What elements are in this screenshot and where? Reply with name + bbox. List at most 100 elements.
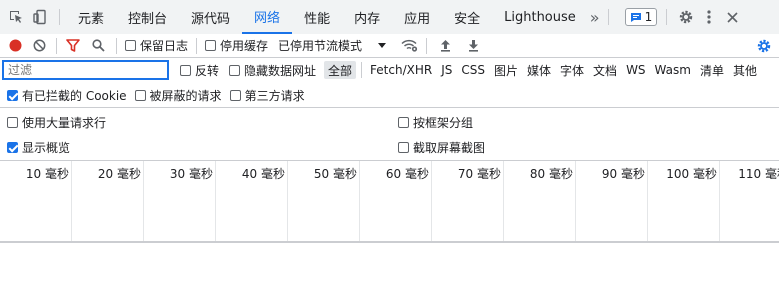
disable-cache-checkbox[interactable]: 停用缓存 [205,37,268,54]
issue-message-icon [630,12,641,22]
timeline-tick-label: 50 毫秒 [313,167,357,181]
timeline-tick-label: 30 毫秒 [169,167,213,181]
invert-label: 反转 [195,63,220,78]
show-overview-label: 显示概览 [22,141,71,155]
third-party-checkbox[interactable]: 第三方请求 [229,87,305,104]
network-toolbar: 保留日志 停用缓存 已停用节流模式 [0,34,779,58]
issues-badge[interactable]: 1 [624,8,658,26]
divider [426,37,428,54]
timeline-tick-label: 80 毫秒 [529,167,573,181]
show-overview-checkbox[interactable]: 显示概览 [7,139,70,156]
resource-type-filter[interactable]: Fetch/XHR [366,61,436,79]
disable-cache-box[interactable] [205,40,217,51]
disable-cache-label: 停用缓存 [220,39,269,53]
preserve-log-checkbox[interactable]: 保留日志 [125,37,188,54]
request-flags-bar: 有已拦截的 Cookie 被屏蔽的请求 第三方请求 [0,83,779,108]
resource-type-filter[interactable]: 图片 [490,61,522,79]
timeline-tick-label: 40 毫秒 [241,167,285,181]
blocked-cookies-box[interactable] [7,89,18,101]
timeline-tick-label: 100 毫秒 [666,167,717,181]
group-by-frame-box[interactable] [398,117,409,128]
group-by-frame-checkbox[interactable]: 按框架分组 [398,114,473,131]
resource-type-filter[interactable]: 字体 [556,61,588,79]
filter-icon[interactable] [65,38,81,54]
resource-type-filter[interactable]: WS [622,61,649,79]
tab-item[interactable]: Lighthouse [492,0,588,34]
resource-type-filter[interactable]: 清单 [696,61,728,79]
resource-type-filter[interactable]: 媒体 [523,61,555,79]
import-har-icon[interactable] [437,38,453,54]
search-icon[interactable] [90,38,106,54]
settings-gear-icon[interactable] [677,8,695,26]
tab-item[interactable]: 性能 [292,0,342,34]
timeline-tick-label: 10 毫秒 [25,167,69,181]
resource-type-filter[interactable]: 文档 [589,61,621,79]
resource-type-filter[interactable]: 全部 [324,61,357,79]
show-overview-box[interactable] [7,142,18,153]
blocked-cookies-label: 有已拦截的 Cookie [22,88,127,103]
issues-count: 1 [644,10,653,24]
device-toolbar-icon[interactable] [31,8,49,26]
large-rows-label: 使用大量请求行 [22,116,107,130]
throttling-select[interactable]: 已停用节流模式 [278,37,387,54]
timeline-gridline [287,161,288,241]
tab-item[interactable]: 源代码 [179,0,242,34]
invert-checkbox[interactable]: 反转 [180,62,219,79]
filter-bar: 反转 隐藏数据网址 全部 Fetch/XHRJSCSS图片媒体字体文档WSWasm… [0,58,779,82]
network-conditions-icon[interactable] [400,38,418,54]
resource-type-filters: 全部 Fetch/XHR JS CSS 图片 媒体 字体 文档 WS Wasm 清单 其他 [324,61,762,79]
inspect-element-icon[interactable] [7,8,25,26]
more-options-icon[interactable] [703,8,715,26]
capture-screenshots-box[interactable] [398,142,409,153]
timeline-tick-label: 70 毫秒 [457,167,501,181]
divider [116,37,117,54]
tab-item[interactable]: 内存 [342,0,392,34]
resource-type-filter[interactable]: 其他 [729,61,761,79]
chevron-down-icon [378,42,387,48]
resource-type-filter[interactable]: Wasm [651,61,695,79]
filter-input[interactable] [2,60,169,80]
blocked-requests-box[interactable] [134,89,146,101]
hide-data-urls-label: 隐藏数据网址 [244,63,317,78]
throttling-label: 已停用节流模式 [278,39,363,53]
hide-data-urls-checkbox[interactable]: 隐藏数据网址 [229,62,316,79]
tab-list: 元素 控制台 源代码 网络 性能 内存 应用 安全 Lighthouse [66,0,588,34]
timeline-gridline [431,161,432,241]
network-overview-timeline[interactable]: 10 毫秒 20 毫秒 30 毫秒 40 毫秒 50 毫秒 60 毫秒 70 毫秒 80 毫秒… [0,161,779,243]
group-by-frame-label: 按框架分组 [413,116,474,130]
tab-item[interactable]: 应用 [392,0,442,34]
clear-icon[interactable] [32,39,46,53]
divider [607,9,609,25]
tab-item[interactable]: 元素 [66,0,116,34]
divider [361,62,363,78]
network-settings-gear-icon[interactable] [755,37,773,55]
invert-box[interactable] [180,64,191,76]
tab-item[interactable]: 网络 [242,0,293,34]
timeline-tick-label: 60 毫秒 [385,167,429,181]
record-icon[interactable] [8,39,22,53]
preserve-log-box[interactable] [125,40,136,51]
hide-data-urls-box[interactable] [229,64,241,76]
capture-screenshots-label: 截取屏幕截图 [413,141,486,155]
more-tabs-button[interactable]: » [590,8,600,27]
large-rows-box[interactable] [7,117,18,128]
large-rows-checkbox[interactable]: 使用大量请求行 [7,114,106,131]
divider [56,37,57,54]
tab-item[interactable]: 控制台 [116,0,179,34]
blocked-requests-label: 被屏蔽的请求 [149,88,222,103]
timeline-tick-label: 20 毫秒 [97,167,141,181]
divider [196,37,198,54]
tab-item[interactable]: 安全 [442,0,492,34]
timeline-gridline [215,161,216,241]
resource-type-filter[interactable]: CSS [457,61,489,79]
timeline-gridline [143,161,144,241]
third-party-box[interactable] [229,89,241,101]
blocked-requests-checkbox[interactable]: 被屏蔽的请求 [134,87,222,104]
preserve-log-label: 保留日志 [140,39,189,53]
blocked-cookies-checkbox[interactable]: 有已拦截的 Cookie [7,87,127,104]
export-har-icon[interactable] [465,38,481,54]
capture-screenshots-checkbox[interactable]: 截取屏幕截图 [398,139,485,156]
timeline-gridline [575,161,576,241]
close-devtools-icon[interactable] [725,8,739,26]
resource-type-filter[interactable]: JS [437,61,456,79]
